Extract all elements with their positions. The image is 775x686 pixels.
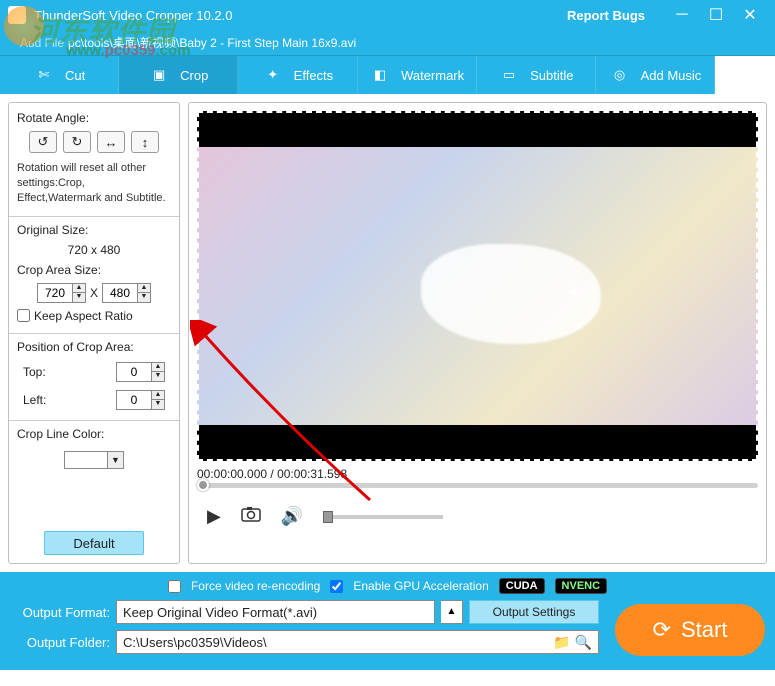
keep-aspect-checkbox[interactable]	[17, 309, 30, 322]
subtitle-icon: ▭	[498, 64, 520, 86]
scissors-icon: ✄	[33, 64, 55, 86]
tab-crop-label: Crop	[180, 68, 208, 83]
left-spinner[interactable]: ▲▼	[116, 390, 165, 410]
crop-width-up[interactable]: ▲	[73, 284, 85, 293]
rotation-note: Rotation will reset all other settings:C…	[17, 161, 171, 206]
top-down[interactable]: ▼	[152, 372, 164, 381]
crop-width-down[interactable]: ▼	[73, 293, 85, 302]
output-folder-value: C:\Users\pc0359\Videos\	[123, 635, 549, 650]
tab-add-music[interactable]: ◎ Add Music	[596, 56, 715, 94]
tab-cut[interactable]: ✄ Cut	[0, 56, 119, 94]
crop-width-spinner[interactable]: ▲▼	[37, 283, 86, 303]
seek-bar[interactable]	[197, 483, 758, 488]
enable-gpu-checkbox[interactable]	[330, 580, 343, 593]
top-input[interactable]	[117, 365, 151, 379]
default-button[interactable]: Default	[44, 531, 144, 555]
crop-area-size-label: Crop Area Size:	[17, 263, 171, 277]
left-down[interactable]: ▼	[152, 400, 164, 409]
tabs-end	[715, 56, 775, 94]
tab-add-music-label: Add Music	[641, 68, 702, 83]
tab-crop[interactable]: ▣ Crop	[119, 56, 238, 94]
music-icon: ◎	[609, 64, 631, 86]
crop-height-input[interactable]	[103, 286, 137, 300]
crop-selection-box[interactable]	[197, 111, 758, 461]
filepath-bar: Add File pc\tools\桌面\新视频\Baby 2 - First …	[0, 30, 775, 56]
crop-line-color-swatch	[64, 451, 108, 469]
snapshot-button[interactable]	[241, 506, 261, 527]
crop-icon: ▣	[148, 64, 170, 86]
minimize-button[interactable]: ─	[665, 0, 699, 30]
app-icon	[8, 6, 26, 24]
close-button[interactable]: ✕	[733, 0, 767, 30]
flip-horizontal-button[interactable]: ↔	[97, 131, 125, 153]
add-file-label: Add File	[20, 36, 64, 50]
by-x: X	[90, 286, 98, 300]
left-pos-label: Left:	[23, 393, 46, 407]
tab-watermark-label: Watermark	[401, 68, 464, 83]
rotate-cw-button[interactable]: ↻	[63, 131, 91, 153]
volume-slider[interactable]	[323, 515, 443, 519]
crop-height-up[interactable]: ▲	[138, 284, 150, 293]
refresh-icon: ⟳	[653, 617, 671, 643]
tab-watermark[interactable]: ◧ Watermark	[358, 56, 477, 94]
original-size-value: 720 x 480	[17, 243, 171, 257]
volume-icon[interactable]: 🔊	[281, 506, 303, 527]
output-settings-button[interactable]: Output Settings	[469, 600, 599, 624]
top-spinner[interactable]: ▲▼	[116, 362, 165, 382]
maximize-button[interactable]: ☐	[699, 0, 733, 30]
output-format-dropdown[interactable]: ▲	[441, 600, 463, 624]
left-up[interactable]: ▲	[152, 391, 164, 400]
left-input[interactable]	[117, 393, 151, 407]
tabs-bar: ✄ Cut ▣ Crop ✦ Effects ◧ Watermark ▭ Sub…	[0, 56, 775, 94]
report-bugs-link[interactable]: Report Bugs	[567, 8, 645, 23]
rotate-angle-label: Rotate Angle:	[17, 111, 171, 125]
browse-folder-icon[interactable]: 📁	[553, 634, 570, 651]
nvenc-badge: NVENC	[555, 578, 608, 594]
tab-subtitle[interactable]: ▭ Subtitle	[477, 56, 596, 94]
top-up[interactable]: ▲	[152, 363, 164, 372]
volume-thumb[interactable]	[323, 511, 333, 523]
app-title: ThunderSoft Video Cropper 10.2.0	[34, 8, 233, 23]
tab-effects-label: Effects	[294, 68, 334, 83]
tab-effects[interactable]: ✦ Effects	[238, 56, 357, 94]
crop-line-color-picker[interactable]: ▼	[108, 451, 124, 469]
force-reencode-label: Force video re-encoding	[191, 579, 320, 593]
playback-controls: ▶ 🔊	[197, 506, 758, 527]
droplet-icon: ◧	[369, 64, 391, 86]
flip-vertical-button[interactable]: ↕	[131, 131, 159, 153]
force-reencode-checkbox[interactable]	[168, 580, 181, 593]
sparkle-icon: ✦	[262, 64, 284, 86]
crop-height-spinner[interactable]: ▲▼	[102, 283, 151, 303]
play-button[interactable]: ▶	[207, 506, 221, 527]
output-folder-label: Output Folder:	[10, 635, 110, 650]
keep-aspect-label: Keep Aspect Ratio	[34, 309, 133, 323]
top-label: Top:	[23, 365, 46, 379]
open-folder-icon[interactable]: 🔍	[575, 634, 592, 651]
output-format-label: Output Format:	[10, 605, 110, 620]
video-preview[interactable]: +	[197, 111, 758, 461]
position-label: Position of Crop Area:	[17, 340, 171, 354]
loaded-file-path: pc\tools\桌面\新视频\Baby 2 - First Step Main…	[68, 34, 356, 51]
titlebar: ThunderSoft Video Cropper 10.2.0 Report …	[0, 0, 775, 30]
seek-thumb[interactable]	[197, 479, 209, 491]
output-format-value: Keep Original Video Format(*.avi)	[116, 600, 435, 624]
main-area: Rotate Angle: ↺ ↻ ↔ ↕ Rotation will rese…	[0, 94, 775, 572]
crosshair-icon: +	[567, 279, 580, 305]
enable-gpu-label: Enable GPU Acceleration	[353, 579, 488, 593]
cuda-badge: CUDA	[499, 578, 545, 594]
crop-height-down[interactable]: ▼	[138, 293, 150, 302]
time-display: 00:00:00.000 / 00:00:31.598	[197, 467, 758, 481]
crop-settings-panel: Rotate Angle: ↺ ↻ ↔ ↕ Rotation will rese…	[8, 102, 180, 564]
bottom-bar: Force video re-encoding Enable GPU Accel…	[0, 572, 775, 670]
rotate-ccw-button[interactable]: ↺	[29, 131, 57, 153]
tab-cut-label: Cut	[65, 68, 85, 83]
tab-subtitle-label: Subtitle	[530, 68, 573, 83]
original-size-label: Original Size:	[17, 223, 171, 237]
start-button-label: Start	[681, 617, 727, 643]
output-folder-field: C:\Users\pc0359\Videos\ 📁 🔍	[116, 630, 599, 654]
crop-line-color-label: Crop Line Color:	[17, 427, 171, 441]
crop-width-input[interactable]	[38, 286, 72, 300]
preview-panel: + 00:00:00.000 / 00:00:31.598 ▶ 🔊	[188, 102, 767, 564]
start-button[interactable]: ⟳ Start	[615, 604, 765, 656]
